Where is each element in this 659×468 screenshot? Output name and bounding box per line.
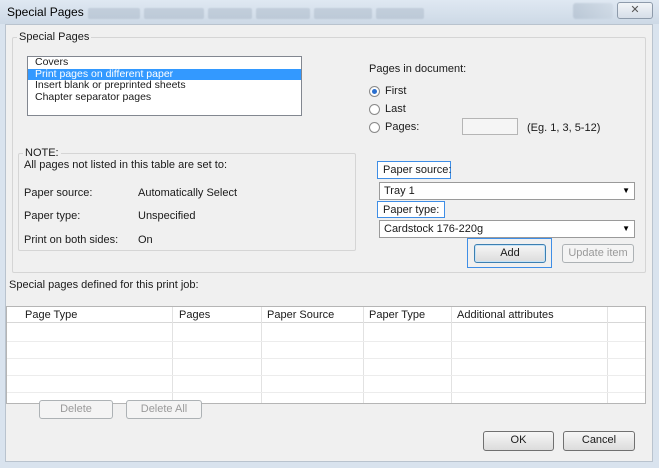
radio-pages-label: Pages:	[385, 121, 420, 133]
radio-first[interactable]: First	[369, 85, 406, 97]
radio-button-icon	[369, 103, 380, 115]
row-divider	[7, 341, 645, 342]
close-button[interactable]: ✕	[617, 2, 653, 19]
row-divider	[7, 392, 645, 393]
delete-all-button[interactable]: Delete All	[126, 400, 202, 419]
pages-in-document-label: Pages in document:	[369, 63, 467, 75]
col-additional-attributes[interactable]: Additional attributes	[457, 309, 554, 321]
paper-type-dropdown[interactable]: Cardstock 176-220g ▼	[379, 220, 635, 238]
column-divider	[172, 307, 173, 403]
delete-button[interactable]: Delete	[39, 400, 113, 419]
radio-button-icon	[369, 85, 380, 97]
update-item-button-label: Update item	[568, 247, 628, 259]
paper-source-label: Paper source:	[383, 164, 452, 176]
ok-button-label: OK	[510, 434, 527, 446]
table-header: Page Type Pages Paper Source Paper Type …	[7, 307, 645, 323]
paper-source-value: Tray 1	[384, 185, 415, 197]
col-pages[interactable]: Pages	[179, 309, 210, 321]
paper-source-label-highlight: Paper source:	[377, 161, 451, 179]
add-button-label: Add	[500, 247, 520, 259]
note-duplex-key: Print on both sides:	[24, 234, 119, 246]
note-label: NOTE:	[23, 147, 61, 159]
add-button[interactable]: Add	[474, 244, 546, 263]
radio-last-label: Last	[385, 103, 406, 115]
column-divider	[261, 307, 262, 403]
list-item-covers[interactable]: Covers	[28, 56, 301, 69]
close-icon: ✕	[630, 4, 640, 16]
column-divider	[363, 307, 364, 403]
page-type-list[interactable]: Covers Print pages on different paper In…	[27, 56, 302, 116]
cancel-button[interactable]: Cancel	[563, 431, 635, 451]
col-paper-source[interactable]: Paper Source	[267, 309, 334, 321]
dialog-content: Special Pages Covers Print pages on diff…	[5, 24, 653, 462]
radio-pages[interactable]: Pages:	[369, 121, 419, 133]
update-item-button[interactable]: Update item	[562, 244, 634, 263]
delete-all-button-label: Delete All	[140, 403, 188, 415]
note-paper-source-value: Automatically Select	[138, 187, 238, 199]
list-item-chapter-separator[interactable]: Chapter separator pages	[28, 91, 301, 104]
note-duplex-value: On	[138, 234, 153, 246]
note-paper-type-key: Paper type:	[24, 210, 81, 222]
note-text: All pages not listed in this table are s…	[24, 159, 228, 171]
window-title: Special Pages	[7, 5, 84, 19]
column-divider	[607, 307, 608, 403]
paper-source-dropdown[interactable]: Tray 1 ▼	[379, 182, 635, 200]
chevron-down-icon: ▼	[622, 224, 630, 233]
title-bar: Special Pages ✕	[0, 0, 659, 24]
col-page-type[interactable]: Page Type	[25, 309, 77, 321]
radio-button-icon	[369, 121, 380, 133]
radio-last[interactable]: Last	[369, 103, 406, 115]
note-paper-source-key: Paper source:	[24, 187, 93, 199]
row-divider	[7, 358, 645, 359]
col-paper-type[interactable]: Paper Type	[369, 309, 425, 321]
ok-button[interactable]: OK	[483, 431, 554, 451]
cancel-button-label: Cancel	[581, 434, 617, 446]
pages-hint: (Eg. 1, 3, 5-12)	[527, 122, 601, 134]
paper-type-value: Cardstock 176-220g	[384, 223, 484, 235]
paper-type-label: Paper type:	[383, 204, 440, 216]
pages-input[interactable]	[462, 118, 518, 135]
background-logo	[573, 3, 613, 19]
note-paper-type-value: Unspecified	[138, 210, 196, 222]
row-divider	[7, 375, 645, 376]
paper-type-label-highlight: Paper type:	[377, 201, 445, 218]
list-item-insert-blank[interactable]: Insert blank or preprinted sheets	[28, 79, 301, 92]
special-pages-group-label: Special Pages	[17, 31, 92, 43]
background-window-tabs	[88, 6, 568, 20]
radio-first-label: First	[385, 85, 407, 97]
column-divider	[451, 307, 452, 403]
delete-button-label: Delete	[60, 403, 92, 415]
special-pages-table[interactable]: Page Type Pages Paper Source Paper Type …	[6, 306, 646, 404]
table-label: Special pages defined for this print job…	[9, 279, 199, 291]
chevron-down-icon: ▼	[622, 186, 630, 195]
